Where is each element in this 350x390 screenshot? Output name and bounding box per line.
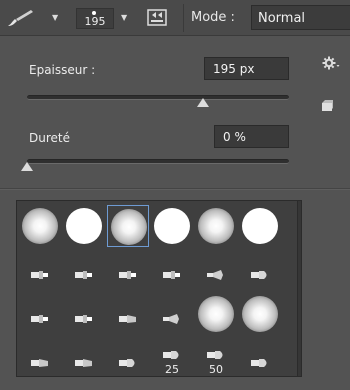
hard-round-icon: [66, 208, 102, 244]
round-brush-icon: [251, 265, 269, 279]
brush-preset-flat-brush[interactable]: [151, 249, 193, 291]
soft-round-icon: [22, 208, 58, 244]
flat-brush-icon: [75, 309, 93, 323]
presets-scrollbar[interactable]: [297, 201, 302, 376]
epaisseur-label: Epaisseur :: [29, 63, 96, 77]
brush-preset-hard-round[interactable]: [63, 205, 105, 247]
flat-brush-icon: [163, 265, 181, 279]
soft-round-icon: [111, 209, 147, 245]
brush-preset-angle-brush[interactable]: [63, 337, 105, 376]
brush-preset-hard-round[interactable]: [151, 205, 193, 247]
brush-preset-hard-round[interactable]: [239, 205, 281, 247]
brush-preset-round-brush[interactable]: 50: [195, 337, 237, 376]
epaisseur-slider-track[interactable]: [27, 95, 289, 100]
new-preset-icon[interactable]: [321, 97, 334, 111]
durete-value: 0 %: [223, 130, 246, 144]
brush-preset-angle-brush[interactable]: [19, 337, 61, 376]
flat-brush-icon: [119, 265, 137, 279]
tool-preset-dropdown-icon[interactable]: ▼: [52, 13, 58, 22]
epaisseur-slider-thumb[interactable]: [196, 98, 209, 107]
brush-preset-fan-brush[interactable]: [151, 293, 193, 335]
flat-brush-icon: [31, 309, 49, 323]
round-brush-icon: [119, 353, 137, 367]
mode-value: Normal: [258, 11, 306, 26]
brush-picker-dropdown-icon[interactable]: ▼: [121, 13, 127, 22]
toolbar-separator: [183, 4, 184, 32]
durete-slider-thumb[interactable]: [21, 162, 33, 171]
durete-field[interactable]: 0 %: [214, 125, 289, 148]
brush-preset-angle-brush[interactable]: [107, 293, 149, 335]
preset-size-label: 25: [165, 363, 179, 376]
durete-label: Dureté: [29, 131, 70, 145]
panel-divider-highlight: [0, 189, 350, 190]
brush-preset-soft-round[interactable]: [19, 205, 61, 247]
gear-icon[interactable]: [322, 55, 340, 70]
brush-preset-soft-round[interactable]: [195, 205, 237, 247]
soft-round-icon: [198, 296, 234, 332]
round-brush-icon: [251, 353, 269, 367]
brush-settings-panel: Epaisseur : 195 px Dureté 0 %: [8, 40, 350, 187]
brush-size-value: 195: [84, 15, 106, 28]
brush-preset-flat-brush[interactable]: [19, 249, 61, 291]
brush-preset-fan-brush[interactable]: [195, 249, 237, 291]
soft-round-icon: [198, 208, 234, 244]
options-bar: ▼ 195 ▼ Mode : Normal: [0, 0, 350, 36]
round-brush-icon: [207, 345, 225, 359]
angle-brush-icon: [31, 353, 49, 367]
brush-size-picker[interactable]: 195: [76, 8, 114, 29]
brush-panel-toggle-icon[interactable]: [147, 7, 167, 27]
angle-brush-icon: [75, 353, 93, 367]
durete-slider-track[interactable]: [27, 159, 289, 164]
epaisseur-value: 195 px: [213, 62, 255, 76]
brush-preset-soft-round[interactable]: [107, 205, 149, 247]
epaisseur-field[interactable]: 195 px: [204, 57, 289, 80]
round-brush-icon: [163, 345, 181, 359]
flat-brush-icon: [31, 265, 49, 279]
brush-preset-flat-brush[interactable]: [107, 249, 149, 291]
brush-preset-round-brush[interactable]: [107, 337, 149, 376]
brush-preset-flat-brush[interactable]: [63, 293, 105, 335]
brush-icon[interactable]: [5, 7, 39, 29]
soft-round-icon: [242, 296, 278, 332]
scrollbar-thumb[interactable]: [301, 229, 302, 261]
brush-preset-soft-round[interactable]: [239, 293, 281, 335]
brush-preset-round-brush[interactable]: [239, 337, 281, 376]
fan-brush-icon: [207, 265, 225, 280]
flat-brush-icon: [75, 265, 93, 279]
brush-presets-list: 25 50: [16, 200, 302, 377]
brush-preset-flat-brush[interactable]: [63, 249, 105, 291]
brush-preset-round-brush[interactable]: 25: [151, 337, 193, 376]
hard-round-icon: [242, 208, 278, 244]
fan-brush-icon: [163, 309, 181, 324]
brush-preset-soft-round[interactable]: [195, 293, 237, 335]
brush-preset-round-brush[interactable]: [239, 249, 281, 291]
preset-size-label: 50: [209, 363, 223, 376]
hard-round-icon: [154, 208, 190, 244]
brush-preset-flat-brush[interactable]: [19, 293, 61, 335]
angle-brush-icon: [119, 309, 137, 323]
mode-select[interactable]: Normal: [251, 5, 350, 30]
mode-label: Mode :: [191, 10, 235, 25]
